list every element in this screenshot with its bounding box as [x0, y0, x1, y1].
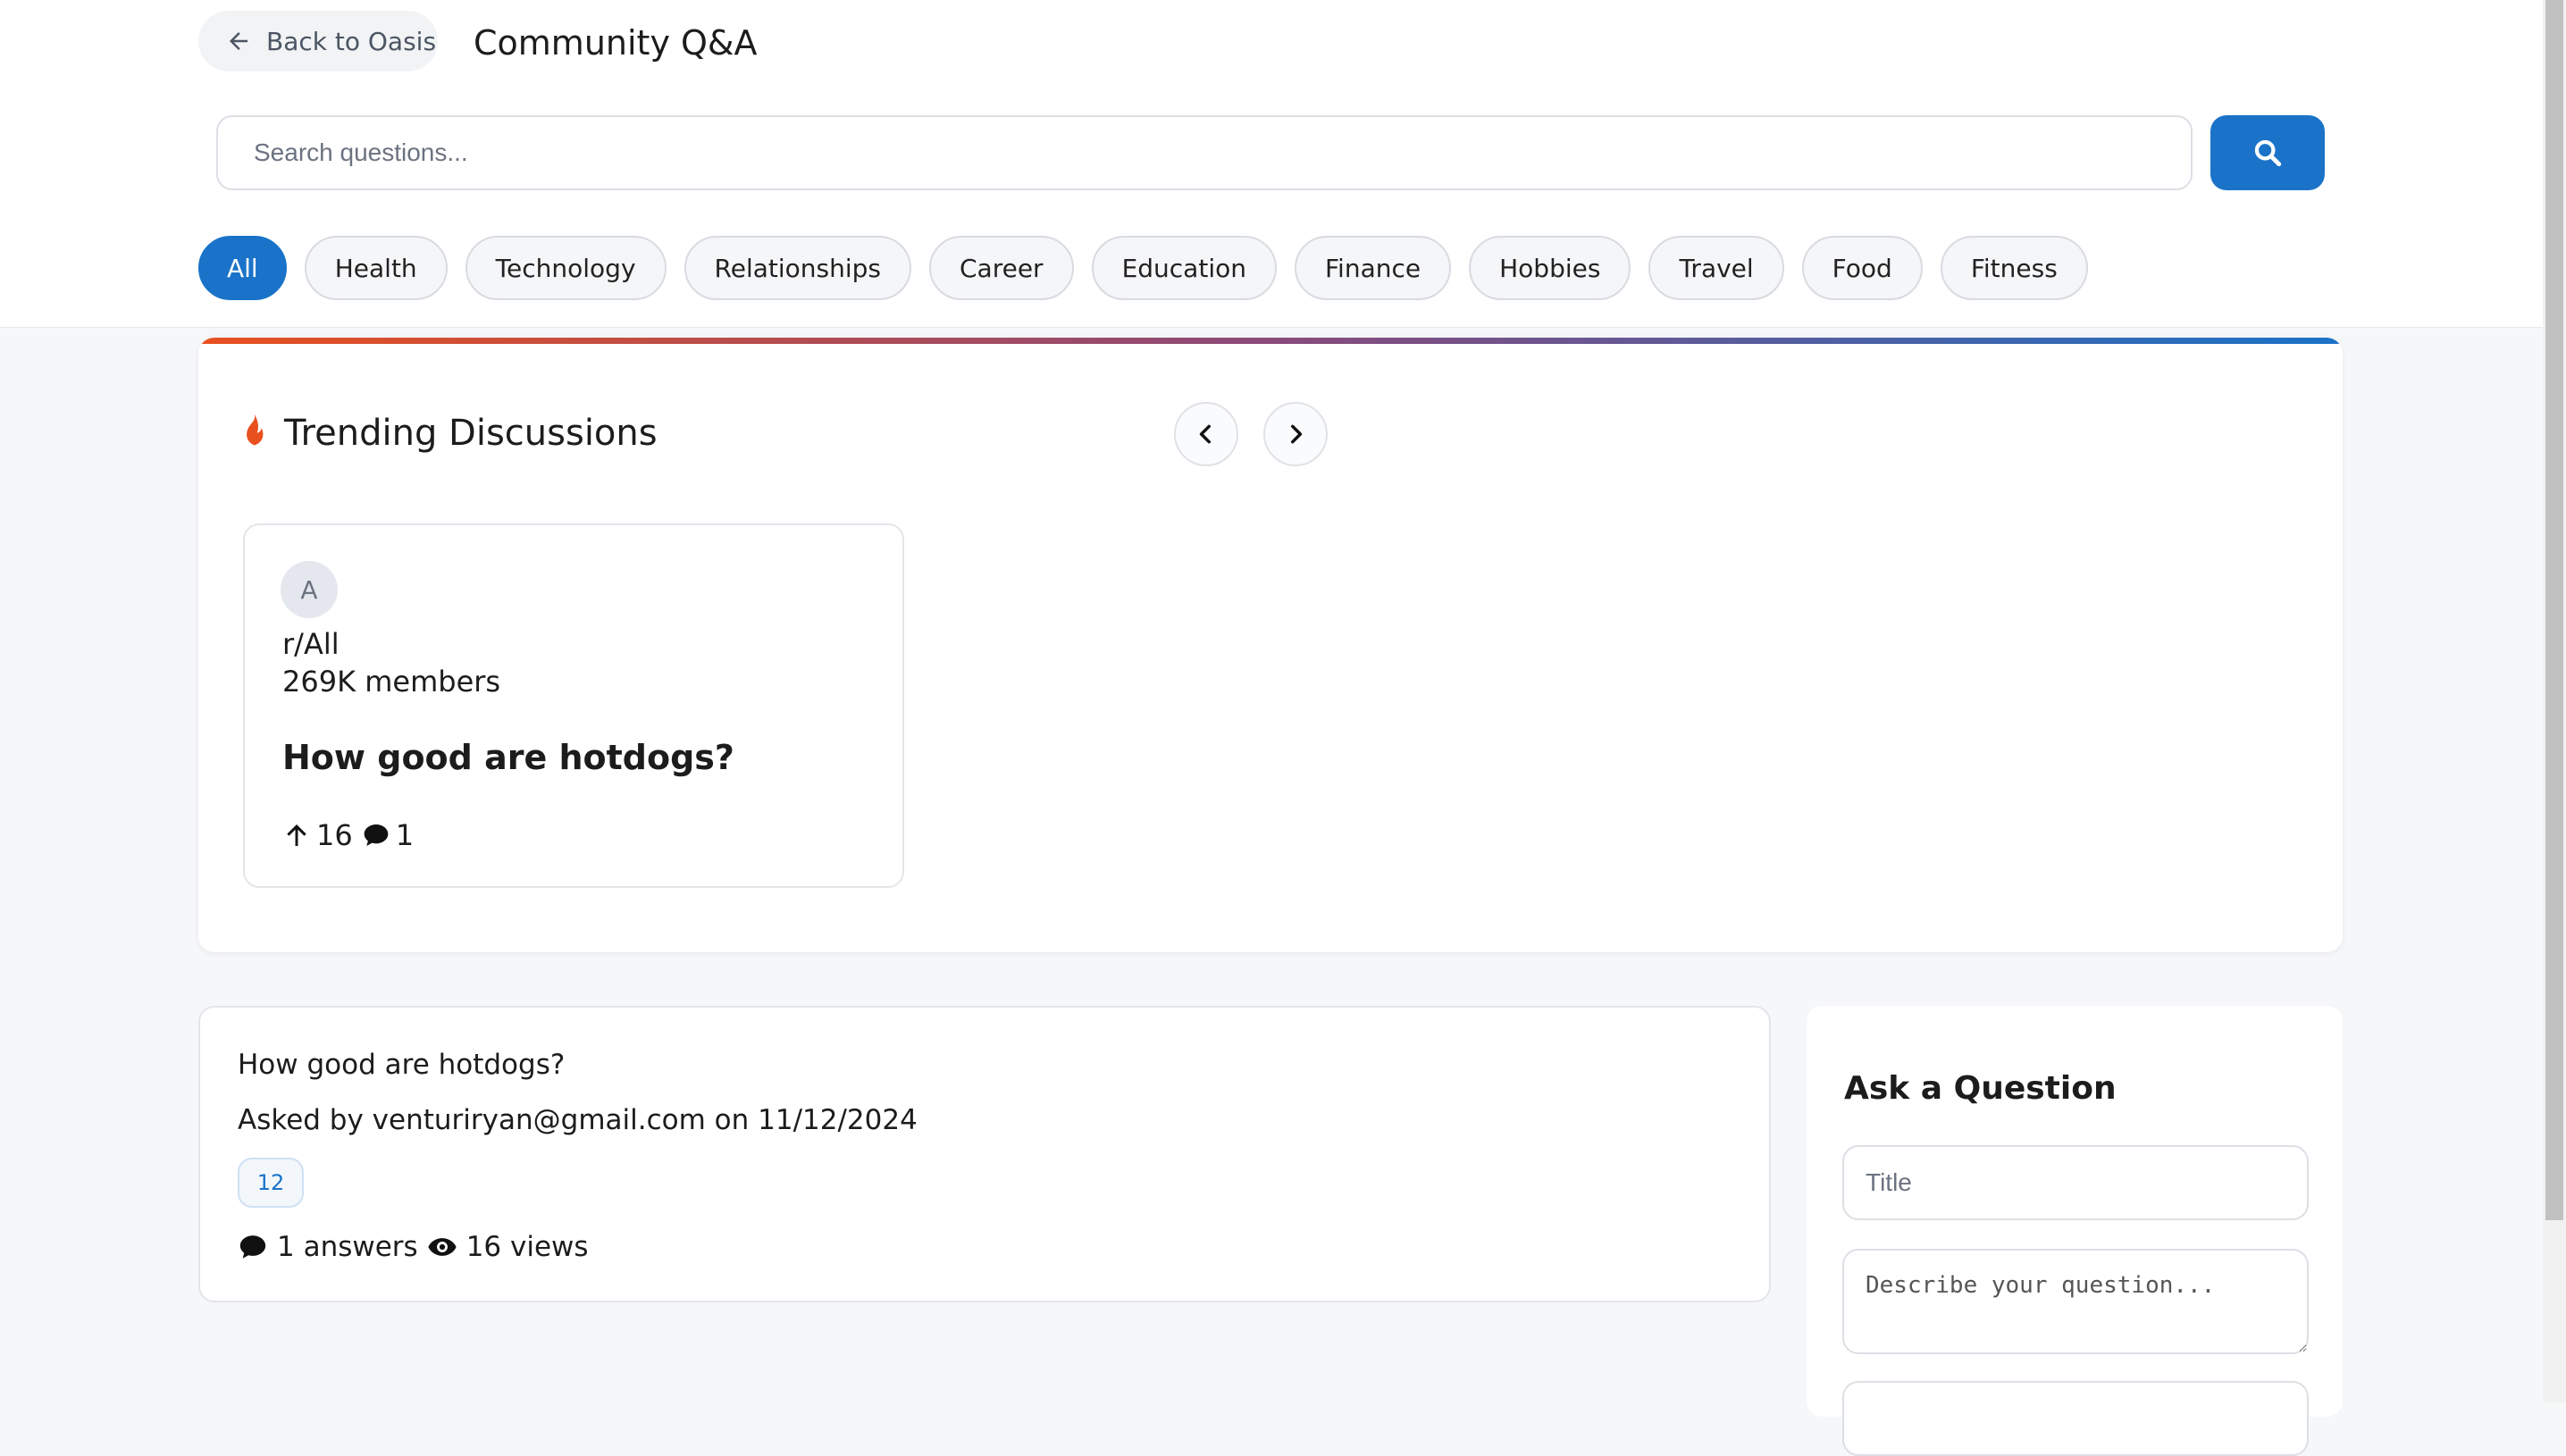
page-scrollbar[interactable]: [2543, 0, 2566, 1402]
ask-question-panel: Ask a Question: [1807, 1006, 2343, 1456]
avatar: A: [281, 561, 338, 618]
category-chip-fitness[interactable]: Fitness: [1940, 236, 2088, 300]
search-icon: [2254, 139, 2282, 167]
search-button[interactable]: [2210, 115, 2325, 190]
ask-question-title: Ask a Question: [1844, 1070, 2117, 1107]
question-title-input[interactable]: [1842, 1145, 2309, 1220]
trending-accent-stripe: [198, 338, 2343, 344]
trending-header: Trending Discussions: [239, 413, 658, 454]
chevron-left-icon: [1199, 424, 1211, 444]
question-stats: 1 answers 16 views: [238, 1231, 589, 1263]
question-tag[interactable]: 12: [238, 1158, 304, 1208]
trending-question-title: How good are hotdogs?: [282, 738, 734, 777]
member-count: 269K members: [282, 665, 501, 699]
back-button[interactable]: Back to Oasis: [198, 11, 438, 71]
fire-icon: [247, 414, 264, 446]
arrow-left-icon: [230, 32, 247, 50]
category-chip-career[interactable]: Career: [929, 236, 1074, 300]
chevron-right-icon: [1291, 424, 1303, 444]
answer-count: 1 answers: [277, 1231, 418, 1263]
category-chip-health[interactable]: Health: [304, 236, 448, 300]
question-category-field[interactable]: [1842, 1381, 2309, 1456]
trending-title: Trending Discussions: [284, 413, 658, 454]
search-input[interactable]: [216, 115, 2193, 190]
comment-count: 1: [395, 818, 415, 852]
category-chip-hobbies[interactable]: Hobbies: [1469, 236, 1631, 300]
carousel-next-button[interactable]: [1263, 402, 1328, 466]
trending-card[interactable]: A r/All 269K members How good are hotdog…: [243, 523, 904, 888]
back-button-label: Back to Oasis: [266, 26, 437, 56]
comment-icon: [364, 824, 389, 846]
category-filter: All Health Technology Relationships Care…: [198, 236, 2088, 300]
question-card[interactable]: How good are hotdogs? Asked by venturiry…: [198, 1006, 1771, 1302]
category-chip-education[interactable]: Education: [1091, 236, 1277, 300]
question-meta: Asked by venturiryan@gmail.com on 11/12/…: [238, 1104, 918, 1136]
arrow-up-icon: [287, 824, 306, 846]
scrollbar-thumb[interactable]: [2545, 0, 2563, 1220]
category-chip-all[interactable]: All: [198, 236, 287, 300]
question-title[interactable]: How good are hotdogs?: [238, 1049, 565, 1081]
trending-card-stats: 16 1: [282, 818, 414, 852]
page-title: Community Q&A: [474, 23, 758, 63]
comment-icon: [239, 1235, 266, 1259]
category-chip-finance[interactable]: Finance: [1294, 236, 1452, 300]
category-chip-relationships[interactable]: Relationships: [683, 236, 911, 300]
community-name: r/All: [282, 627, 340, 661]
view-count: 16 views: [465, 1231, 589, 1263]
carousel-prev-button[interactable]: [1174, 402, 1238, 466]
top-bar: Back to Oasis Community Q&A All Health T…: [0, 0, 2543, 328]
question-description-input[interactable]: [1842, 1249, 2309, 1354]
eye-icon: [428, 1238, 457, 1256]
upvote-count: 16: [316, 818, 353, 852]
category-chip-travel[interactable]: Travel: [1648, 236, 1784, 300]
category-chip-technology[interactable]: Technology: [465, 236, 667, 300]
trending-section: Trending Discussions A r/All 269K member…: [198, 338, 2343, 952]
category-chip-food[interactable]: Food: [1801, 236, 1923, 300]
